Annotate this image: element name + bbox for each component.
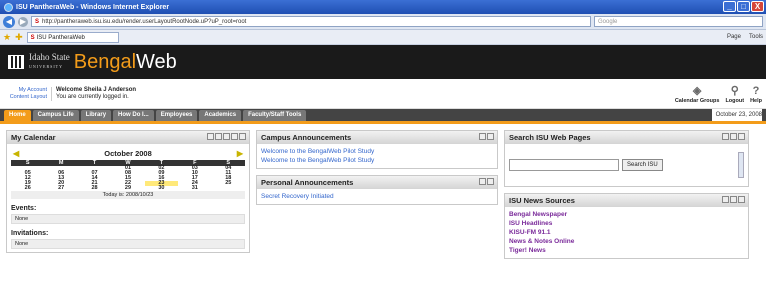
personal-announcements-title: Personal Announcements — [261, 178, 354, 187]
portlet-maximize-icon[interactable] — [231, 133, 238, 140]
portlet-close-icon[interactable] — [738, 196, 745, 203]
portlet-help-icon[interactable] — [207, 133, 214, 140]
campus-announcements-portlet: Campus Announcements Welcome to the Beng… — [256, 130, 498, 169]
search-title: Search ISU Web Pages — [509, 133, 591, 142]
web-text: Web — [136, 50, 177, 73]
events-label: Events: — [11, 205, 37, 212]
news-link[interactable]: KISU-FM 91.1 — [509, 228, 744, 237]
welcome-text: Welcome Sheila J Anderson — [56, 86, 137, 93]
calendar-grid: SMTWTFS 01 02 03 04 05 06 07 08 09 10 11 12 13 14 15 16… — [11, 160, 245, 191]
browser-tab-bar: ★ ✚ S ISU PantheraWeb Page Tools — [0, 30, 766, 45]
portlet-edit-icon[interactable] — [215, 133, 222, 140]
portlet-minimize-icon[interactable] — [730, 133, 737, 140]
portlet-minimize-icon[interactable] — [730, 196, 737, 203]
browser-tab[interactable]: S ISU PantheraWeb — [26, 31, 119, 43]
portlet-help-icon[interactable] — [722, 133, 729, 140]
my-account-link[interactable]: My Account — [4, 87, 47, 94]
campus-announcement-link[interactable]: Welcome to the BengalWeb Pilot Study — [261, 147, 493, 156]
today-label: Today is: 2008/10/23 — [11, 191, 245, 199]
calendar-groups-label: Calendar Groups — [674, 97, 720, 104]
isu-name: Idaho State — [29, 52, 70, 62]
ie-icon — [4, 2, 13, 12]
url-field[interactable]: Shttp://pantheraweb.isu.isu.edu/render.u… — [31, 16, 591, 27]
minimize-button[interactable]: _ — [723, 1, 736, 12]
portlet-edit-icon[interactable] — [479, 178, 486, 185]
window-title: ISU PantheraWeb - Windows Internet Explo… — [16, 3, 170, 11]
news-link[interactable]: News & Notes Online — [509, 237, 744, 246]
add-favorite-icon[interactable]: ✚ — [15, 32, 23, 43]
portlet-close-icon[interactable] — [239, 133, 246, 140]
back-button[interactable]: ◀ — [3, 15, 15, 28]
main-nav: Home Campus Life Library How Do I... Emp… — [0, 109, 766, 121]
tab-site-icon: S — [30, 34, 35, 41]
personal-announcement-link[interactable]: Secret Recovery Initiated — [261, 192, 493, 201]
tab-faculty-staff-tools[interactable]: Faculty/Staff Tools — [243, 110, 307, 121]
next-month-icon[interactable]: ▶ — [237, 149, 243, 158]
address-bar: ◀ ▶ Shttp://pantheraweb.isu.isu.edu/rend… — [0, 14, 766, 30]
tab-home[interactable]: Home — [4, 110, 31, 121]
prev-month-icon[interactable]: ◀ — [13, 149, 19, 158]
isu-university: UNIVERSITY — [29, 64, 63, 69]
close-button[interactable]: X — [751, 1, 764, 12]
tab-employees[interactable]: Employees — [155, 110, 198, 121]
bengalweb-logo: BengalWeb — [74, 51, 177, 74]
calendar-groups-icon: ◈ — [692, 84, 702, 97]
content-layout-link[interactable]: Content Layout — [4, 94, 47, 101]
news-sources-portlet: ISU News Sources Bengal Newspaper ISU He… — [504, 193, 749, 259]
tab-library[interactable]: Library — [80, 110, 112, 121]
logout-button[interactable]: ⚲ Logout — [725, 84, 744, 104]
portlet-close-icon[interactable] — [738, 133, 745, 140]
site-header: Idaho State UNIVERSITY BengalWeb — [0, 45, 766, 79]
tab-title: ISU PantheraWeb — [36, 34, 85, 41]
portlet-edit-icon[interactable] — [479, 133, 486, 140]
current-date: October 23, 2008 — [711, 109, 762, 121]
portlet-minimize-icon[interactable] — [487, 178, 494, 185]
invitations-label: Invitations: — [11, 230, 49, 237]
calendar-title: My Calendar — [11, 133, 56, 142]
forward-button[interactable]: ▶ — [18, 16, 28, 27]
portlet-minimize-icon[interactable] — [487, 133, 494, 140]
calendar-portlet: My Calendar ◀ October 2008 ▶ SMTWTFS 01 02 0… — [6, 130, 250, 253]
help-label: Help — [750, 97, 762, 104]
portlet-help-icon[interactable] — [722, 196, 729, 203]
events-value: None — [11, 214, 245, 224]
url-text: http://pantheraweb.isu.isu.edu/render.us… — [42, 19, 247, 25]
tab-academics[interactable]: Academics — [199, 110, 242, 121]
news-link[interactable]: ISU Headlines — [509, 219, 744, 228]
isu-logo-icon — [8, 55, 24, 69]
logout-icon: ⚲ — [730, 84, 739, 97]
calendar-groups-button[interactable]: ◈ Calendar Groups — [675, 84, 720, 104]
month-label: October 2008 — [104, 149, 152, 158]
help-button[interactable]: ? Help — [750, 84, 762, 104]
search-isu-button[interactable]: Search ISU — [622, 159, 663, 171]
user-bar: My Account Content Layout Welcome Sheila… — [0, 79, 766, 109]
browser-search-input[interactable]: Google — [594, 16, 763, 27]
invitations-value: None — [11, 239, 245, 249]
favorites-star-icon[interactable]: ★ — [3, 32, 11, 43]
portlet-scrollbar[interactable] — [738, 152, 744, 178]
help-icon: ? — [752, 84, 760, 97]
tools-menu[interactable]: Tools — [749, 34, 763, 40]
news-link[interactable]: Bengal Newspaper — [509, 210, 744, 219]
personal-announcements-portlet: Personal Announcements Secret Recovery I… — [256, 175, 498, 205]
bengal-text: Bengal — [73, 50, 137, 73]
window-titlebar: ISU PantheraWeb - Windows Internet Explo… — [0, 0, 766, 14]
news-link[interactable]: Tiger! News — [509, 246, 744, 255]
page-menu[interactable]: Page — [727, 34, 741, 40]
campus-announcements-title: Campus Announcements — [261, 133, 352, 142]
logout-label: Logout — [725, 97, 745, 104]
search-portlet: Search ISU Web Pages Search ISU — [504, 130, 749, 187]
tab-campus-life[interactable]: Campus Life — [32, 110, 79, 121]
campus-announcement-link[interactable]: Welcome to the BengalWeb Pilot Study — [261, 156, 493, 165]
portlet-minimize-icon[interactable] — [223, 133, 230, 140]
news-sources-title: ISU News Sources — [509, 196, 575, 205]
login-status: You are currently logged in. — [56, 93, 129, 100]
isu-search-input[interactable] — [509, 159, 619, 171]
maximize-button[interactable]: □ — [737, 1, 750, 12]
site-icon: S — [35, 19, 40, 25]
isu-wordmark: Idaho State UNIVERSITY — [29, 53, 70, 71]
tab-how-do-i[interactable]: How Do I... — [113, 110, 154, 121]
